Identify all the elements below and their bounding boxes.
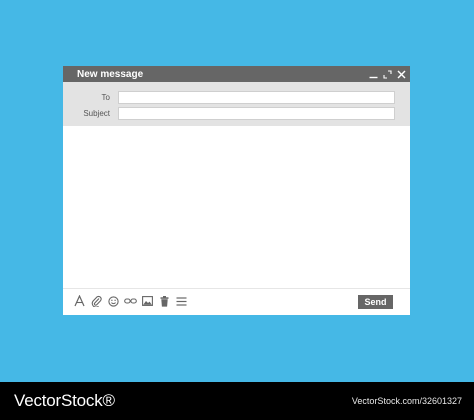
image-icon[interactable] bbox=[141, 294, 154, 308]
image-id-label: VectorStock.com/32601327 bbox=[351, 396, 462, 406]
minimize-icon[interactable] bbox=[369, 70, 378, 79]
title-bar: New message bbox=[63, 66, 410, 82]
send-button[interactable]: Send bbox=[358, 295, 393, 309]
subject-label: Subject bbox=[83, 109, 110, 118]
delete-icon[interactable] bbox=[158, 294, 171, 308]
emoji-icon[interactable] bbox=[107, 294, 120, 308]
close-icon[interactable] bbox=[397, 70, 406, 79]
link-icon[interactable] bbox=[124, 294, 137, 308]
more-options-icon[interactable] bbox=[175, 294, 188, 308]
subject-field[interactable] bbox=[118, 107, 395, 120]
window-title: New message bbox=[77, 68, 144, 80]
window-controls bbox=[369, 67, 406, 81]
to-label: To bbox=[101, 93, 110, 102]
format-text-icon[interactable] bbox=[73, 294, 86, 308]
watermark-footer: VectorStock® VectorStock.com/32601327 bbox=[0, 382, 474, 420]
header-fields: To Subject bbox=[63, 82, 410, 126]
toolbar-divider bbox=[63, 288, 410, 289]
subject-row: Subject bbox=[63, 107, 410, 120]
formatting-toolbar bbox=[73, 294, 188, 308]
message-body[interactable] bbox=[63, 126, 410, 288]
to-field[interactable] bbox=[118, 91, 395, 104]
expand-icon[interactable] bbox=[383, 69, 392, 79]
compose-window: New message To Subject Send bbox=[63, 66, 410, 315]
to-row: To bbox=[63, 91, 410, 104]
attach-icon[interactable] bbox=[90, 294, 103, 308]
vectorstock-brand: VectorStock® bbox=[14, 391, 115, 410]
